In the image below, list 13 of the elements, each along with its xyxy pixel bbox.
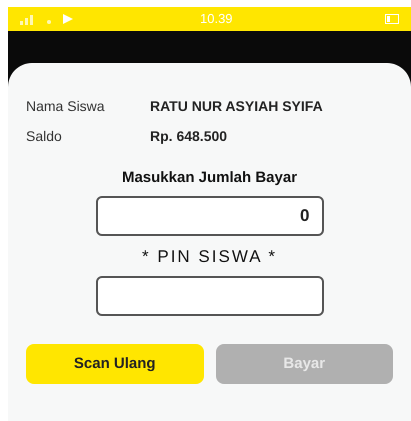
info-label: Nama Siswa [26,97,106,116]
status-time: 10.39 [200,10,233,28]
amount-label: Masukkan Jumlah Bayar [122,168,298,188]
info-value: RATU NUR ASYIAH SYIFA [150,97,323,116]
amount-field[interactable]: 0 [96,196,324,236]
play-icon [62,13,74,25]
battery-icon [385,14,399,24]
info-label: Saldo [26,127,63,146]
info-value: Rp. 648.500 [150,127,228,146]
pin-field[interactable] [96,276,324,316]
scan-button[interactable]: Scan Ulang [26,344,204,384]
pin-label: * PIN SISWA * [142,246,277,268]
signal-icon [20,13,36,25]
